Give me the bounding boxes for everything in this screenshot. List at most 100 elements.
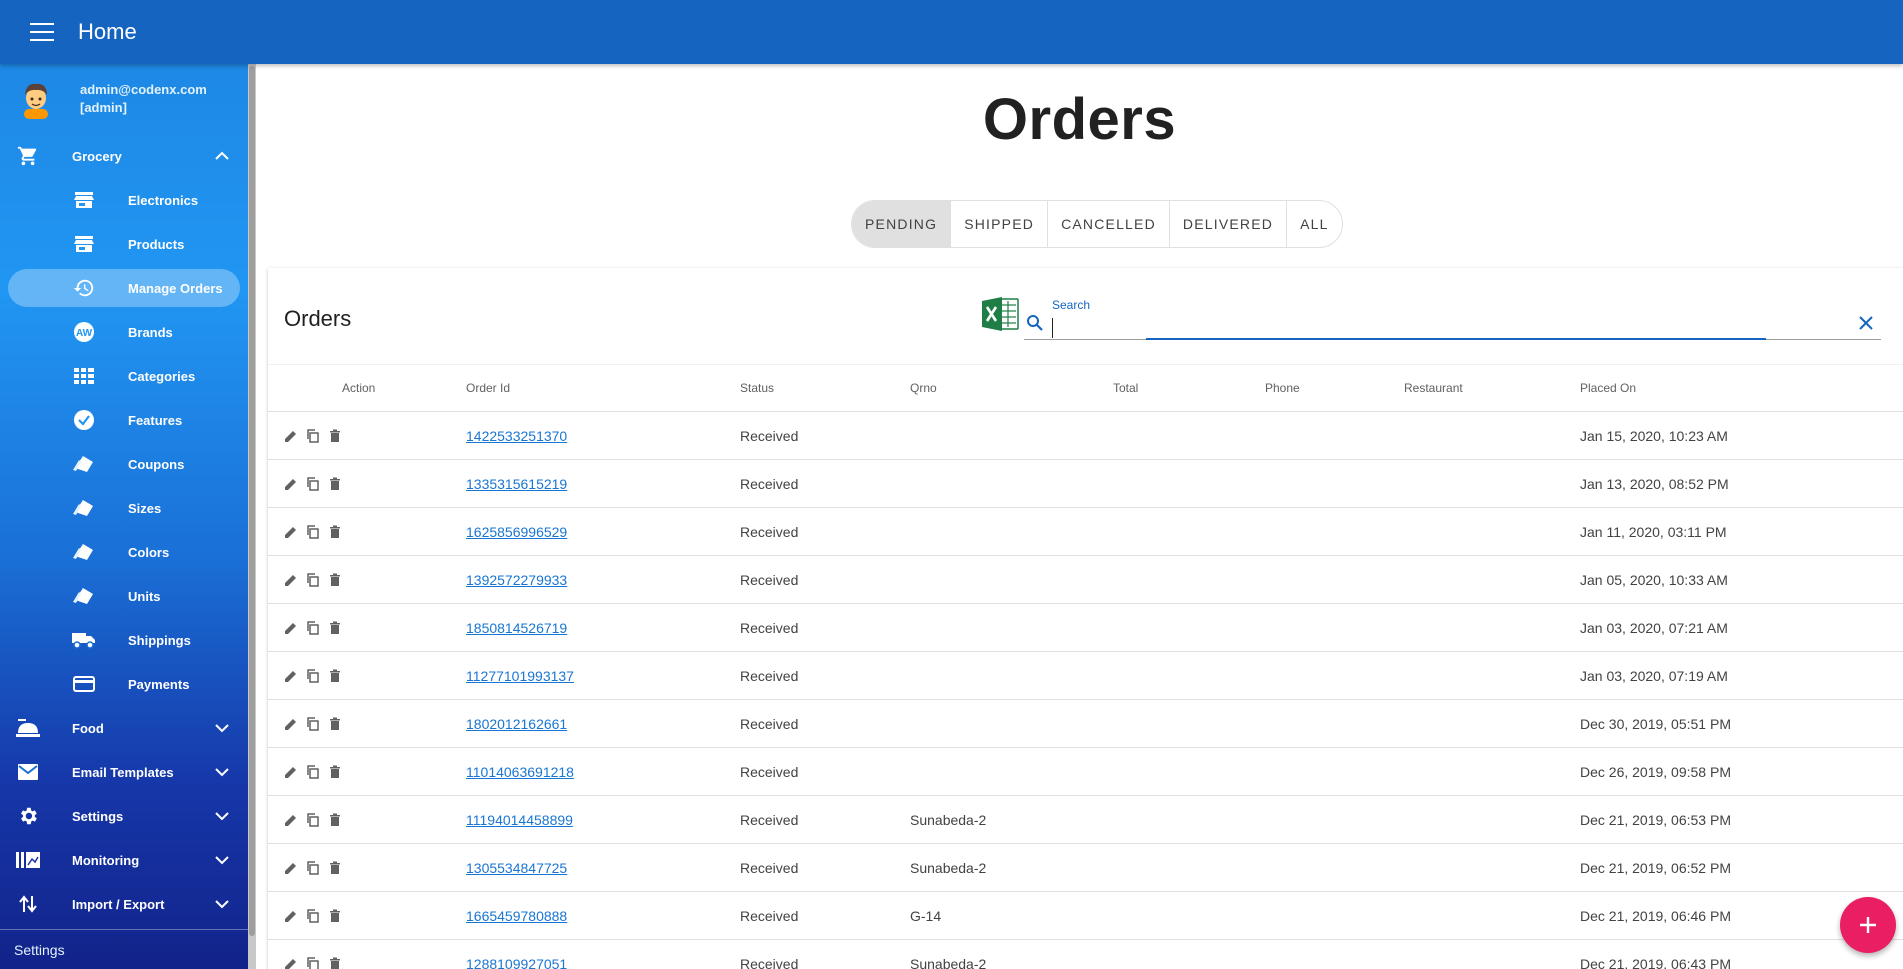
delete-icon[interactable]	[328, 621, 342, 635]
sidebar-item-food[interactable]: Food	[0, 706, 256, 750]
order-id-link[interactable]: 11014063691218	[466, 764, 574, 780]
food-icon	[16, 716, 40, 740]
column-header-order-id[interactable]: Order Id	[466, 365, 510, 411]
edit-icon[interactable]	[284, 813, 298, 827]
chevron-down-icon[interactable]	[210, 760, 234, 784]
edit-icon[interactable]	[284, 621, 298, 635]
copy-icon[interactable]	[306, 620, 320, 635]
search-field[interactable]: Search	[1024, 288, 1881, 340]
edit-icon[interactable]	[284, 765, 298, 779]
column-header-total[interactable]: Total	[1113, 365, 1138, 411]
tab-pending[interactable]: PENDING	[852, 201, 952, 247]
order-id-link[interactable]: 1392572279933	[466, 572, 567, 588]
order-id-link[interactable]: 1625856996529	[466, 524, 567, 540]
copy-icon[interactable]	[306, 572, 320, 587]
delete-icon[interactable]	[328, 957, 342, 969]
delete-icon[interactable]	[328, 717, 342, 731]
delete-icon[interactable]	[328, 573, 342, 587]
column-header-action[interactable]: Action	[342, 365, 375, 411]
order-id-link[interactable]: 1288109927051	[466, 956, 567, 969]
order-id-link[interactable]: 1305534847725	[466, 860, 567, 876]
sidebar-item-monitoring[interactable]: Monitoring	[0, 838, 256, 882]
sidebar-item-grocery[interactable]: Grocery	[0, 134, 256, 178]
edit-icon[interactable]	[284, 429, 298, 443]
order-id-link[interactable]: 1422533251370	[466, 428, 567, 444]
order-status: Received	[740, 955, 799, 969]
delete-icon[interactable]	[328, 909, 342, 923]
copy-icon[interactable]	[306, 860, 320, 875]
column-header-phone[interactable]: Phone	[1265, 365, 1300, 411]
chevron-down-icon[interactable]	[210, 848, 234, 872]
sidebar-item-colors[interactable]: Colors	[0, 530, 256, 574]
tab-all[interactable]: ALL	[1287, 201, 1342, 247]
copy-icon[interactable]	[306, 716, 320, 731]
sidebar-item-products[interactable]: Products	[0, 222, 256, 266]
tab-cancelled[interactable]: CANCELLED	[1048, 201, 1170, 247]
delete-icon[interactable]	[328, 429, 342, 443]
excel-export-icon[interactable]	[982, 296, 1020, 332]
copy-icon[interactable]	[306, 428, 320, 443]
copy-icon[interactable]	[306, 812, 320, 827]
column-header-restaurant[interactable]: Restaurant	[1404, 365, 1463, 411]
close-icon[interactable]	[1857, 314, 1877, 334]
sidebar-item-manage-orders[interactable]: Manage Orders	[0, 266, 256, 310]
add-order-button[interactable]	[1840, 897, 1896, 953]
sidebar-item-units[interactable]: Units	[0, 574, 256, 618]
order-id-link[interactable]: 11194014458899	[466, 812, 573, 828]
sidebar-item-coupons[interactable]: Coupons	[0, 442, 256, 486]
edit-icon[interactable]	[284, 525, 298, 539]
mail-icon	[16, 760, 40, 784]
delete-icon[interactable]	[328, 477, 342, 491]
delete-icon[interactable]	[328, 765, 342, 779]
sidebar-item-import-export[interactable]: Import / Export	[0, 882, 256, 926]
sidebar-item-settings[interactable]: Settings	[0, 794, 256, 838]
sidebar-item-shippings[interactable]: Shippings	[0, 618, 256, 662]
edit-icon[interactable]	[284, 669, 298, 683]
edit-icon[interactable]	[284, 573, 298, 587]
sidebar-item-payments[interactable]: Payments	[0, 662, 256, 706]
sidebar-item-categories[interactable]: Categories	[0, 354, 256, 398]
copy-icon[interactable]	[306, 956, 320, 969]
column-header-placed-on[interactable]: Placed On	[1580, 365, 1636, 411]
edit-icon[interactable]	[284, 717, 298, 731]
order-id-link[interactable]: 1335315615219	[466, 476, 567, 492]
order-id-link[interactable]: 1850814526719	[466, 620, 567, 636]
chevron-up-icon[interactable]	[210, 144, 234, 168]
sidebar-item-features[interactable]: Features	[0, 398, 256, 442]
copy-icon[interactable]	[306, 524, 320, 539]
chevron-down-icon[interactable]	[210, 804, 234, 828]
sidebar-footer-settings[interactable]: Settings	[0, 929, 248, 969]
sidebar-item-brands[interactable]: AW Brands	[0, 310, 256, 354]
edit-icon[interactable]	[284, 477, 298, 491]
edit-icon[interactable]	[284, 909, 298, 923]
sidebar-item-email-templates[interactable]: Email Templates	[0, 750, 256, 794]
tab-shipped[interactable]: SHIPPED	[951, 201, 1049, 247]
tag-icon	[72, 540, 96, 564]
search-input[interactable]	[1052, 318, 1832, 338]
column-header-status[interactable]: Status	[740, 365, 774, 411]
edit-icon[interactable]	[284, 957, 298, 969]
delete-icon[interactable]	[328, 813, 342, 827]
chevron-down-icon[interactable]	[210, 716, 234, 740]
history-icon	[72, 276, 96, 300]
tab-delivered[interactable]: DELIVERED	[1170, 201, 1288, 247]
delete-icon[interactable]	[328, 669, 342, 683]
column-header-qrno[interactable]: Qrno	[910, 365, 937, 411]
delete-icon[interactable]	[328, 525, 342, 539]
order-id-link[interactable]: 1802012162661	[466, 716, 567, 732]
copy-icon[interactable]	[306, 908, 320, 923]
menu-icon[interactable]	[30, 23, 54, 41]
copy-icon[interactable]	[306, 764, 320, 779]
chevron-down-icon[interactable]	[210, 892, 234, 916]
sidebar-item-electronics[interactable]: Electronics	[0, 178, 256, 222]
row-actions	[284, 940, 342, 969]
sidebar-scrollbar[interactable]	[248, 64, 256, 969]
edit-icon[interactable]	[284, 861, 298, 875]
copy-icon[interactable]	[306, 668, 320, 683]
order-id-link[interactable]: 11277101993137	[466, 668, 574, 684]
copy-icon[interactable]	[306, 476, 320, 491]
table-row: 1335315615219 Received Jan 13, 2020, 08:52…	[268, 460, 1903, 508]
delete-icon[interactable]	[328, 861, 342, 875]
order-id-link[interactable]: 1665459780888	[466, 908, 567, 924]
sidebar-item-sizes[interactable]: Sizes	[0, 486, 256, 530]
